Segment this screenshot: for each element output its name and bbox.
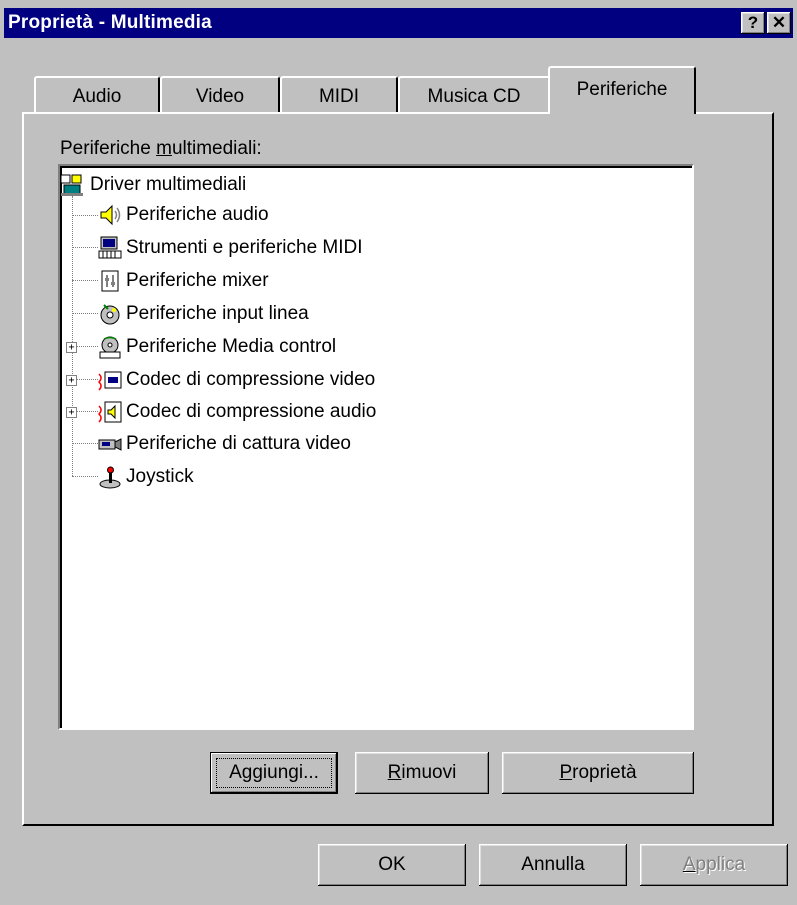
tab-musica-cd[interactable]: Musica CD xyxy=(398,76,550,112)
mixer-icon xyxy=(98,269,122,293)
joystick-icon xyxy=(98,465,122,489)
tree-item-label: Periferiche Media control xyxy=(126,336,337,357)
properties-dialog: Proprietà - Multimedia ? ✕ Audio Video M… xyxy=(0,0,797,905)
remove-button[interactable]: Rimuovi xyxy=(355,752,489,794)
window-title: Proprietà - Multimedia xyxy=(8,12,212,33)
tree-connector xyxy=(72,313,98,314)
devices-label: Periferiche multimediali: xyxy=(60,138,262,159)
expand-icon[interactable]: + xyxy=(66,375,77,386)
tree-item-label: Strumenti e periferiche MIDI xyxy=(126,237,363,258)
tree-item-label: Periferiche di cattura video xyxy=(126,433,351,454)
help-button[interactable]: ? xyxy=(741,12,765,34)
tab-video[interactable]: Video xyxy=(160,76,280,112)
tree-connector xyxy=(72,247,98,248)
multimedia-drivers-icon xyxy=(60,173,84,197)
tree-item-label: Periferiche audio xyxy=(126,204,269,225)
tree-item-label: Periferiche mixer xyxy=(126,270,269,291)
tab-periferiche[interactable]: Periferiche xyxy=(548,66,696,114)
close-button[interactable]: ✕ xyxy=(767,12,791,34)
properties-button[interactable]: Proprietà xyxy=(502,752,694,794)
tab-midi[interactable]: MIDI xyxy=(280,76,398,112)
tree-connector xyxy=(72,443,98,444)
media-control-icon xyxy=(98,335,122,359)
apply-button[interactable]: Applica xyxy=(640,844,788,886)
audio-codec-icon xyxy=(97,400,122,424)
focus-rectangle xyxy=(216,758,332,788)
tree-connector xyxy=(72,476,98,477)
tree-connector xyxy=(72,196,73,476)
video-codec-icon xyxy=(97,368,122,392)
expand-icon[interactable]: + xyxy=(66,407,77,418)
tree-item-label: Periferiche input linea xyxy=(126,303,309,324)
tree-item-label: Codec di compressione video xyxy=(126,369,376,390)
tree-item-label: Joystick xyxy=(126,466,194,487)
title-bar[interactable]: Proprietà - Multimedia ? ✕ xyxy=(4,8,793,38)
tree-item-label: Codec di compressione audio xyxy=(126,401,377,422)
speaker-icon xyxy=(98,203,122,227)
line-input-icon xyxy=(98,302,122,326)
expand-icon[interactable]: + xyxy=(66,342,77,353)
video-capture-icon xyxy=(98,432,122,456)
tab-audio[interactable]: Audio xyxy=(34,76,160,112)
device-tree[interactable]: Driver multimediali Periferiche audio St… xyxy=(58,164,694,730)
tree-connector xyxy=(72,215,98,216)
midi-keyboard-icon xyxy=(98,236,122,260)
cancel-button[interactable]: Annulla xyxy=(479,844,627,886)
add-button[interactable]: Aggiungi... xyxy=(210,752,338,794)
tree-connector xyxy=(72,280,98,281)
tree-item-label: Driver multimediali xyxy=(90,174,247,195)
ok-button[interactable]: OK xyxy=(318,844,466,886)
